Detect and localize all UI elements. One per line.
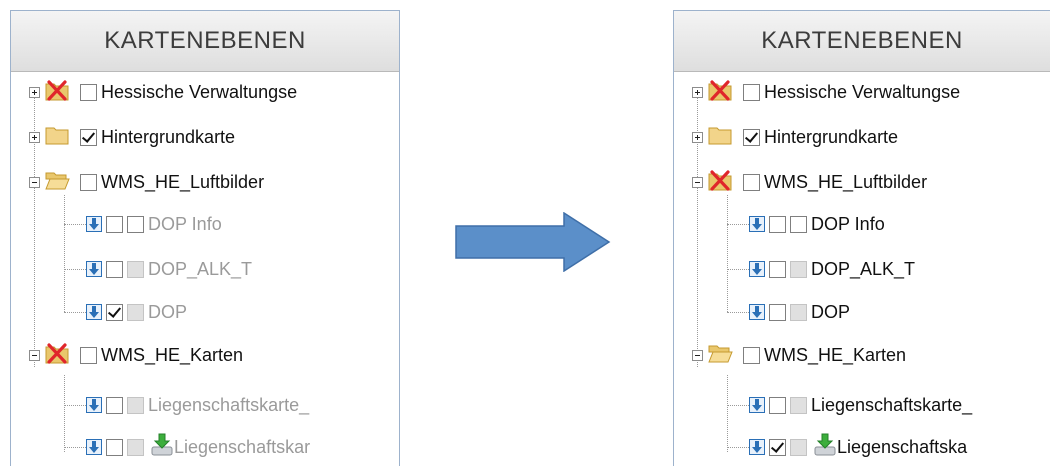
layer-row[interactable]: DOP bbox=[86, 297, 187, 327]
layer-checkbox[interactable] bbox=[106, 260, 123, 278]
visibility-checkbox[interactable] bbox=[127, 396, 144, 414]
layer-label: WMS_HE_Luftbilder bbox=[764, 171, 928, 192]
layer-label: DOP Info bbox=[811, 213, 885, 234]
transition-arrow-icon bbox=[455, 211, 611, 277]
layer-checkbox[interactable] bbox=[769, 303, 786, 321]
panel-header: KARTENEBENEN bbox=[11, 11, 399, 72]
download-drive-icon bbox=[150, 433, 174, 462]
layer-row[interactable]: Hessische Verwaltungse bbox=[692, 77, 960, 107]
layer-checkbox[interactable] bbox=[80, 83, 97, 101]
info-icon[interactable] bbox=[86, 261, 102, 277]
layer-checkbox[interactable] bbox=[106, 396, 123, 414]
layer-label: Liegenschaftskarte_ bbox=[148, 394, 310, 415]
layer-row[interactable]: WMS_HE_Karten bbox=[29, 340, 243, 370]
layer-label: Liegenschaftska bbox=[837, 436, 968, 457]
error-x-icon bbox=[44, 77, 70, 108]
visibility-checkbox[interactable] bbox=[127, 303, 144, 321]
collapse-toggle[interactable] bbox=[692, 176, 703, 188]
visibility-checkbox[interactable] bbox=[790, 303, 807, 321]
layer-label: Hessische Verwaltungse bbox=[101, 81, 298, 102]
visibility-checkbox[interactable] bbox=[127, 438, 144, 456]
info-icon[interactable] bbox=[749, 439, 765, 455]
layer-checkbox[interactable] bbox=[106, 215, 123, 233]
visibility-checkbox[interactable] bbox=[790, 260, 807, 278]
layer-row[interactable]: Hintergrundkarte bbox=[29, 122, 235, 152]
info-icon[interactable] bbox=[86, 397, 102, 413]
expand-toggle[interactable] bbox=[692, 131, 703, 143]
layer-checkbox[interactable] bbox=[743, 173, 760, 191]
layer-row[interactable]: Hintergrundkarte bbox=[692, 122, 898, 152]
expand-toggle[interactable] bbox=[29, 131, 40, 143]
collapse-toggle[interactable] bbox=[29, 349, 40, 361]
layer-row[interactable]: DOP bbox=[749, 297, 850, 327]
layer-label: Liegenschaftskar bbox=[174, 436, 311, 457]
visibility-checkbox[interactable] bbox=[790, 215, 807, 233]
folder-open-icon bbox=[44, 169, 70, 196]
info-icon[interactable] bbox=[749, 261, 765, 277]
visibility-checkbox[interactable] bbox=[790, 396, 807, 414]
layer-label: WMS_HE_Karten bbox=[101, 344, 244, 365]
info-icon[interactable] bbox=[86, 304, 102, 320]
collapse-toggle[interactable] bbox=[29, 176, 40, 188]
error-x-icon bbox=[707, 77, 733, 108]
layer-checkbox[interactable] bbox=[769, 260, 786, 278]
panel-header: KARTENEBENEN bbox=[674, 11, 1050, 72]
layer-label: Hintergrundkarte bbox=[101, 126, 236, 147]
layer-checkbox[interactable] bbox=[769, 215, 786, 233]
layer-label: DOP_ALK_T bbox=[811, 258, 916, 279]
visibility-checkbox[interactable] bbox=[127, 215, 144, 233]
layer-label: DOP_ALK_T bbox=[148, 258, 253, 279]
info-icon[interactable] bbox=[749, 304, 765, 320]
layer-label: Hessische Verwaltungse bbox=[764, 81, 961, 102]
visibility-checkbox[interactable] bbox=[790, 438, 807, 456]
layer-row[interactable]: Liegenschaftskarte_ bbox=[86, 390, 309, 420]
layer-row[interactable]: WMS_HE_Luftbilder bbox=[692, 167, 927, 197]
info-icon[interactable] bbox=[749, 216, 765, 232]
layer-row[interactable]: Liegenschaftskar bbox=[86, 432, 310, 462]
error-x-icon bbox=[44, 340, 70, 371]
folder-closed-icon bbox=[44, 124, 70, 151]
expand-toggle[interactable] bbox=[692, 86, 703, 98]
error-x-icon bbox=[707, 167, 733, 198]
layer-panel-before: KARTENEBENEN Hessische Verwaltungse Hint bbox=[10, 10, 400, 466]
download-drive-icon bbox=[813, 433, 837, 462]
layer-checkbox[interactable] bbox=[80, 128, 97, 146]
folder-closed-icon bbox=[707, 124, 733, 151]
layer-checkbox[interactable] bbox=[743, 128, 760, 146]
layer-panel-after: KARTENEBENEN Hessische Verwaltungse Hint… bbox=[673, 10, 1050, 466]
layer-checkbox[interactable] bbox=[106, 438, 123, 456]
layer-row[interactable]: DOP_ALK_T bbox=[86, 254, 252, 284]
layer-label: WMS_HE_Karten bbox=[764, 344, 907, 365]
layer-row[interactable]: DOP Info bbox=[749, 209, 885, 239]
layer-row[interactable]: WMS_HE_Karten bbox=[692, 340, 906, 370]
layer-label: WMS_HE_Luftbilder bbox=[101, 171, 265, 192]
layer-row[interactable]: DOP Info bbox=[86, 209, 222, 239]
layer-label: DOP Info bbox=[148, 213, 222, 234]
layer-label: Liegenschaftskarte_ bbox=[811, 394, 973, 415]
layer-row[interactable]: Liegenschaftska bbox=[749, 432, 967, 462]
collapse-toggle[interactable] bbox=[692, 349, 703, 361]
layer-row[interactable]: Liegenschaftskarte_ bbox=[749, 390, 972, 420]
expand-toggle[interactable] bbox=[29, 86, 40, 98]
folder-open-icon bbox=[707, 342, 733, 369]
layer-label: DOP bbox=[811, 301, 851, 322]
layer-label: Hintergrundkarte bbox=[764, 126, 899, 147]
layer-row[interactable]: Hessische Verwaltungse bbox=[29, 77, 297, 107]
layer-checkbox[interactable] bbox=[743, 83, 760, 101]
info-icon[interactable] bbox=[749, 397, 765, 413]
info-icon[interactable] bbox=[86, 439, 102, 455]
info-icon[interactable] bbox=[86, 216, 102, 232]
layer-checkbox[interactable] bbox=[80, 346, 97, 364]
layer-row[interactable]: DOP_ALK_T bbox=[749, 254, 915, 284]
layer-row[interactable]: WMS_HE_Luftbilder bbox=[29, 167, 264, 197]
layer-checkbox[interactable] bbox=[80, 173, 97, 191]
layer-checkbox[interactable] bbox=[769, 396, 786, 414]
layer-label: DOP bbox=[148, 301, 188, 322]
layer-checkbox[interactable] bbox=[769, 438, 786, 456]
visibility-checkbox[interactable] bbox=[127, 260, 144, 278]
layer-checkbox[interactable] bbox=[106, 303, 123, 321]
layer-checkbox[interactable] bbox=[743, 346, 760, 364]
